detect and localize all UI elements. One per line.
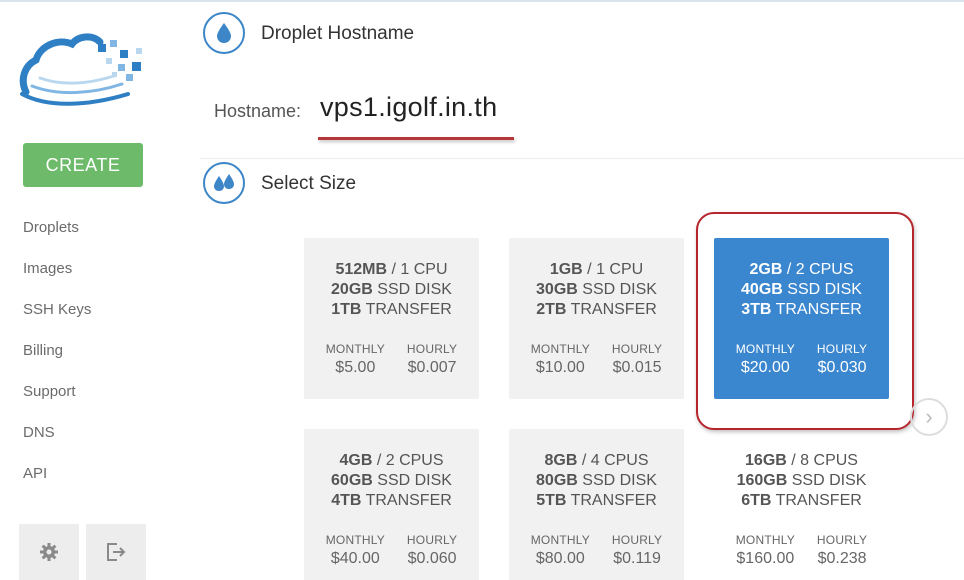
- next-sizes-arrow[interactable]: ›: [910, 398, 948, 436]
- monthly-price: $10.00: [535, 359, 585, 376]
- size-memory-cpu: 8GB / 4 CPUS: [544, 452, 649, 469]
- size-card-16gb[interactable]: 16GB / 8 CPUS 160GB SSD DISK 6TB TRANSFE…: [714, 429, 889, 580]
- hourly-label: HOURLY: [611, 342, 663, 356]
- size-transfer: 1TB TRANSFER: [331, 301, 452, 318]
- size-disk: 30GB SSD DISK: [536, 281, 657, 298]
- sidebar-item-dns[interactable]: DNS: [23, 423, 91, 464]
- create-button[interactable]: CREATE: [23, 143, 143, 187]
- sidebar-item-billing[interactable]: Billing: [23, 341, 91, 382]
- size-transfer: 6TB TRANSFER: [741, 492, 862, 509]
- size-transfer: 4TB TRANSFER: [331, 492, 452, 509]
- section-title-size: Select Size: [261, 173, 357, 194]
- sidebar-item-support[interactable]: Support: [23, 382, 91, 423]
- monthly-label: MONTHLY: [325, 533, 385, 547]
- logout-button[interactable]: [86, 524, 146, 580]
- hourly-label: HOURLY: [406, 342, 458, 356]
- size-disk: 60GB SSD DISK: [331, 472, 452, 489]
- settings-button[interactable]: [19, 524, 79, 580]
- size-disk: 80GB SSD DISK: [536, 472, 657, 489]
- hourly-label: HOURLY: [406, 533, 458, 547]
- hourly-price: $0.015: [612, 359, 662, 376]
- size-transfer: 5TB TRANSFER: [536, 492, 657, 509]
- sidebar-item-droplets[interactable]: Droplets: [23, 218, 91, 259]
- selection-annotation-ring: [696, 212, 914, 430]
- hostname-input[interactable]: vps1.igolf.in.th: [320, 92, 497, 123]
- monthly-price: $160.00: [736, 550, 795, 567]
- hourly-label: HOURLY: [611, 533, 663, 547]
- sidebar-item-api[interactable]: API: [23, 464, 91, 505]
- size-card-8gb[interactable]: 8GB / 4 CPUS 80GB SSD DISK 5TB TRANSFER …: [509, 429, 684, 580]
- size-card-1gb[interactable]: 1GB / 1 CPU 30GB SSD DISK 2TB TRANSFER M…: [509, 238, 684, 399]
- sidebar-item-ssh-keys[interactable]: SSH Keys: [23, 300, 91, 341]
- hourly-price: $0.007: [407, 359, 457, 376]
- size-disk: 160GB SSD DISK: [736, 472, 867, 489]
- size-memory-cpu: 16GB / 8 CPUS: [745, 452, 858, 469]
- hostname-annotation-underline: [318, 137, 514, 140]
- sidebar-nav: Droplets Images SSH Keys Billing Support…: [23, 218, 91, 505]
- gear-icon: [39, 542, 59, 567]
- monthly-price: $5.00: [335, 359, 376, 376]
- size-card-4gb[interactable]: 4GB / 2 CPUS 60GB SSD DISK 4TB TRANSFER …: [304, 429, 479, 580]
- hourly-label: HOURLY: [816, 533, 868, 547]
- hostname-label: Hostname:: [214, 101, 302, 121]
- sidebar: CREATE Droplets Images SSH Keys Billing …: [0, 0, 170, 580]
- size-card-512mb[interactable]: 512MB / 1 CPU 20GB SSD DISK 1TB TRANSFER…: [304, 238, 479, 399]
- size-memory-cpu: 4GB / 2 CPUS: [339, 452, 444, 469]
- size-transfer: 2TB TRANSFER: [536, 301, 657, 318]
- monthly-label: MONTHLY: [325, 342, 385, 356]
- logout-icon: [105, 542, 127, 567]
- monthly-label: MONTHLY: [530, 342, 590, 356]
- size-memory-cpu: 512MB / 1 CPU: [335, 261, 448, 278]
- monthly-price: $40.00: [330, 550, 380, 567]
- hourly-price: $0.238: [817, 550, 867, 567]
- monthly-label: MONTHLY: [530, 533, 590, 547]
- monthly-price: $80.00: [535, 550, 585, 567]
- sidebar-item-images[interactable]: Images: [23, 259, 91, 300]
- hourly-price: $0.060: [407, 550, 457, 567]
- size-memory-cpu: 1GB / 1 CPU: [549, 261, 644, 278]
- section-title-hostname: Droplet Hostname: [261, 23, 415, 44]
- section-divider: [200, 158, 964, 159]
- droplet-icon: [203, 12, 245, 54]
- droplets-icon: [203, 162, 245, 204]
- cloud-logo[interactable]: [18, 30, 148, 106]
- monthly-label: MONTHLY: [735, 533, 795, 547]
- size-disk: 20GB SSD DISK: [331, 281, 452, 298]
- hourly-price: $0.119: [613, 550, 661, 567]
